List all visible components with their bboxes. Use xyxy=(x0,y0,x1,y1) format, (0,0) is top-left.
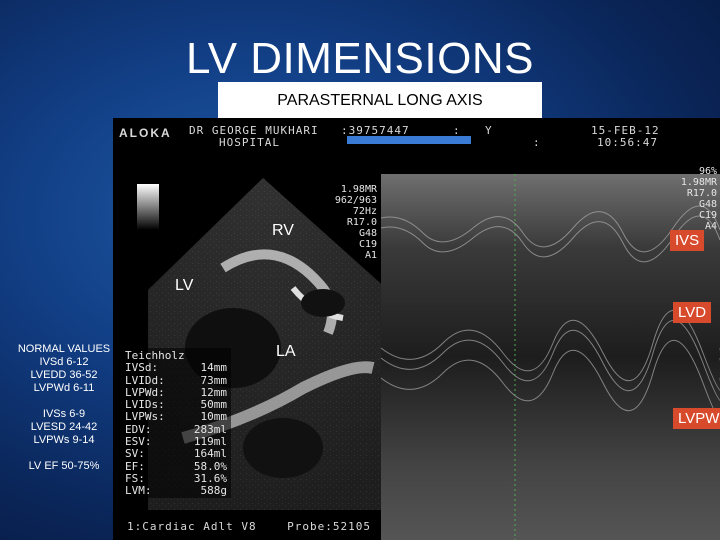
param-mmode: C19 xyxy=(698,210,717,221)
measurement-key: SV: xyxy=(125,447,145,461)
rv-label: RV xyxy=(272,222,294,239)
params-2d: 1.98MR 962/963 72Hz R17.0 G48 C19 A1 xyxy=(317,184,377,261)
hospital-name: HOSPITAL xyxy=(219,136,280,149)
lvd-label: LVD xyxy=(673,302,712,323)
name-field-bar xyxy=(347,136,471,144)
normal-value-line: LVEDD 36-52 xyxy=(30,369,98,381)
param-mmode: R17.0 xyxy=(686,188,717,199)
measurement-key: LVM: xyxy=(125,484,152,498)
sex-field: Y xyxy=(485,124,493,137)
ivs-label: IVS xyxy=(670,230,705,251)
measurement-value: 14mm xyxy=(200,361,228,375)
param-mmode: 96% xyxy=(698,166,717,177)
param-2d: R17.0 xyxy=(346,217,377,228)
measurement-value: 588g xyxy=(200,484,228,498)
scanner-footer: 1:Cardiac Adlt V8 Probe:52105 xyxy=(127,520,371,533)
normal-values-heading: NORMAL VALUES xyxy=(17,343,111,355)
measurement-row: LVM: 588g xyxy=(125,484,228,498)
measurement-key: IVSd: xyxy=(125,361,159,375)
param-2d: G48 xyxy=(358,228,377,239)
param-mmode: G48 xyxy=(698,199,717,210)
normal-value-line: IVSs 6-9 xyxy=(42,408,86,420)
param-2d: 1.98MR xyxy=(340,184,377,195)
lvpw-label: LVPW xyxy=(673,408,720,429)
normal-value-line: LVESD 24-42 xyxy=(30,421,98,433)
brand-logo: ALOKA xyxy=(119,126,172,140)
param-2d: C19 xyxy=(358,239,377,250)
param-2d: 962/963 xyxy=(334,195,377,206)
measurement-row: IVSd: 14mm xyxy=(125,361,228,375)
lv-label: LV xyxy=(175,277,194,294)
grayscale-bar xyxy=(137,184,159,230)
normal-values: NORMAL VALUES IVSd 6-12 LVEDD 36-52 LVPW… xyxy=(2,343,126,473)
measurement-row: LVPWs: 10mm xyxy=(125,410,228,424)
normal-value-line: LV EF 50-75% xyxy=(28,460,100,472)
normal-value-line: LVPWd 6-11 xyxy=(33,382,95,394)
exam-time: 10:56:47 xyxy=(597,136,658,149)
params-mmode: 96% 1.98MR R17.0 G48 C19 A4 xyxy=(643,166,717,232)
slide-title: LV DIMENSIONS xyxy=(186,34,534,83)
measurement-row: SV: 164ml xyxy=(125,447,227,461)
subtitle-box: PARASTERNAL LONG AXIS xyxy=(218,82,542,120)
param-2d: A1 xyxy=(364,250,377,261)
probe-label: Probe:52105 xyxy=(287,520,371,533)
measurements-panel: Teichholz IVSd: 14mm LVIDd: 73mm LVPWd: 12m… xyxy=(121,348,231,498)
measurement-value: 10mm xyxy=(200,410,228,424)
param-mmode: 1.98MR xyxy=(680,177,717,188)
normal-value-line: IVSd 6-12 xyxy=(39,356,89,368)
preset-label: 1:Cardiac Adlt V8 xyxy=(127,520,257,533)
normal-value-line: LVPWs 9-14 xyxy=(33,434,95,446)
param-2d: 72Hz xyxy=(352,206,377,217)
la-label: LA xyxy=(276,343,296,360)
measurement-value: 164ml xyxy=(193,447,227,461)
measurement-key: LVPWs: xyxy=(125,410,165,424)
scanner-header: ALOKA DR GEORGE MUKHARI HOSPITAL :397574… xyxy=(113,118,720,152)
header-separator-2: : xyxy=(533,136,541,149)
